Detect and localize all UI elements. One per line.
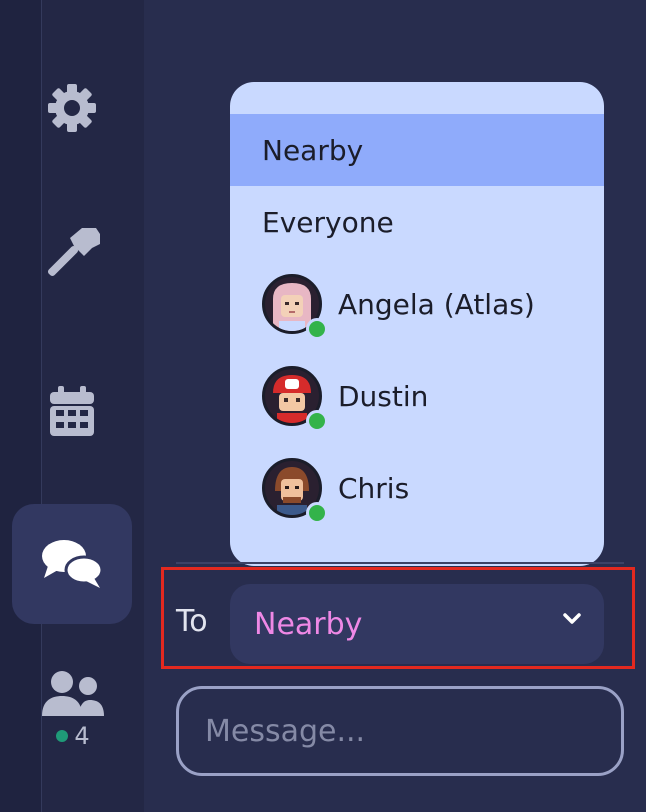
online-count-value: 4 <box>74 722 90 750</box>
user-option-angela[interactable]: Angela (Atlas) <box>230 258 604 350</box>
recipient-dropdown-menu: Nearby Everyone Angela (Atlas) Dustin Ch… <box>230 82 604 566</box>
calendar-icon <box>50 386 94 436</box>
online-status-icon <box>306 502 328 524</box>
user-name: Angela (Atlas) <box>338 288 535 321</box>
user-option-chris[interactable]: Chris <box>230 442 604 534</box>
message-input[interactable] <box>176 686 624 776</box>
to-label: To <box>176 604 208 639</box>
option-everyone[interactable]: Everyone <box>230 186 604 258</box>
chat-button[interactable] <box>12 504 132 624</box>
avatar <box>262 366 328 432</box>
chat-bubbles-icon <box>42 540 104 588</box>
user-name: Chris <box>338 472 410 505</box>
option-label: Nearby <box>262 133 364 167</box>
build-button[interactable] <box>12 196 132 316</box>
online-status-icon <box>306 410 328 432</box>
avatar <box>262 274 328 340</box>
divider <box>176 562 624 564</box>
calendar-button[interactable] <box>12 352 132 472</box>
people-icon <box>42 671 104 716</box>
user-name: Dustin <box>338 380 429 413</box>
avatar <box>262 458 328 524</box>
user-option-dustin[interactable]: Dustin <box>230 350 604 442</box>
gear-icon <box>48 84 96 132</box>
settings-button[interactable] <box>12 48 132 168</box>
online-count: 4 <box>56 722 90 750</box>
hammer-icon <box>47 228 100 277</box>
recipient-value: Nearby <box>254 606 363 642</box>
online-status-icon <box>306 318 328 340</box>
recipient-select[interactable]: Nearby <box>230 584 604 664</box>
chevron-down-icon <box>563 613 581 624</box>
option-label: Everyone <box>262 205 394 239</box>
participants-button[interactable]: 4 <box>38 670 108 762</box>
option-nearby[interactable]: Nearby <box>230 114 604 186</box>
online-dot-icon <box>56 730 69 742</box>
sidebar: 4 <box>0 0 144 812</box>
